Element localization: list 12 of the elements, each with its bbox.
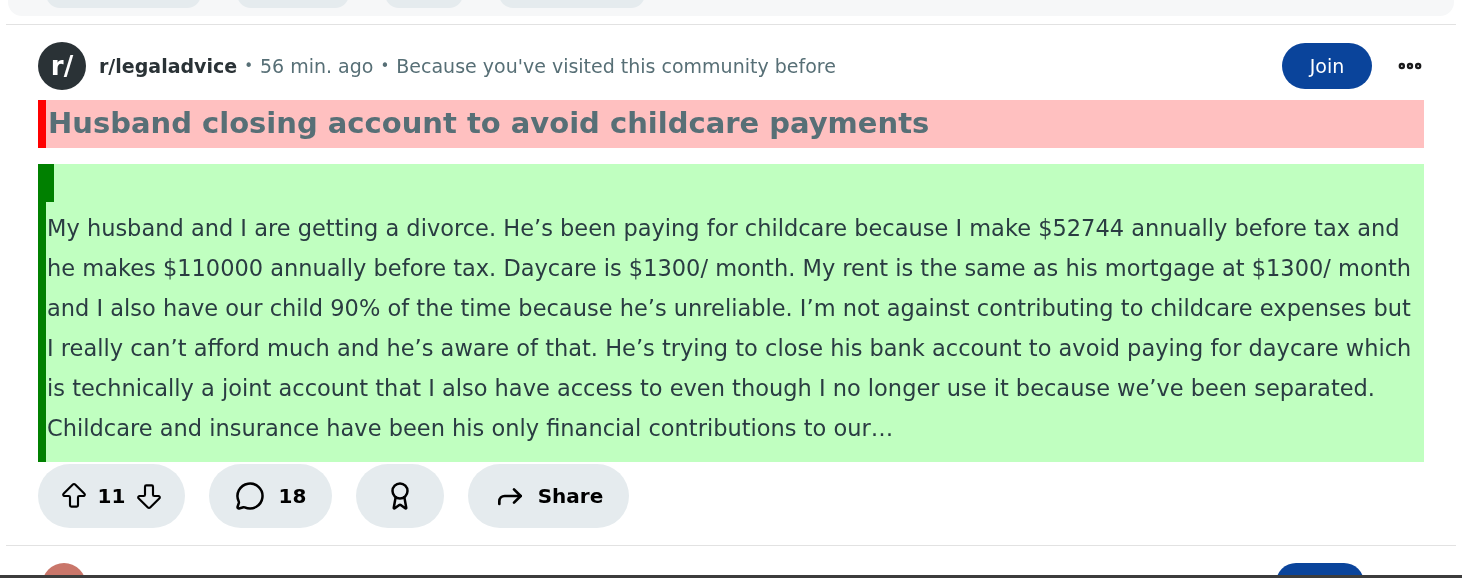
community-avatar[interactable]: r/ xyxy=(38,42,86,90)
separator-dot: • xyxy=(244,55,253,77)
comments-button[interactable]: 18 xyxy=(209,464,332,528)
vote-count: 11 xyxy=(97,483,126,510)
separator-dot: • xyxy=(380,55,390,77)
recommendation-reason: Because you've visited this community before xyxy=(396,53,836,79)
post-body[interactable]: My husband and I are getting a divorce. He’s been paying for childcare because I make $52744 annually before tax and he makes $110000 annually before tax. Daycare is $1300/ month. My rent is the same as his mortgage at $1300/ month and I also have our child 90% of the time because he’s unreliable. I’m not against contributing to childcare expenses but I really can’t afford much and he’s aware of that. He’s trying to close his bank account to avoid paying for daycare which is technically a joint account that I also have access to even though I no longer use it because we’ve been separated. Childcare and insurance have been his only financial contributions to our… xyxy=(46,208,1418,448)
post-time: 56 min. ago xyxy=(260,53,374,79)
share-button[interactable]: Share xyxy=(468,464,629,528)
subreddit-link[interactable]: r/legaladvice xyxy=(99,51,238,81)
join-button[interactable]: Join xyxy=(1282,43,1372,89)
comment-icon xyxy=(234,481,265,511)
